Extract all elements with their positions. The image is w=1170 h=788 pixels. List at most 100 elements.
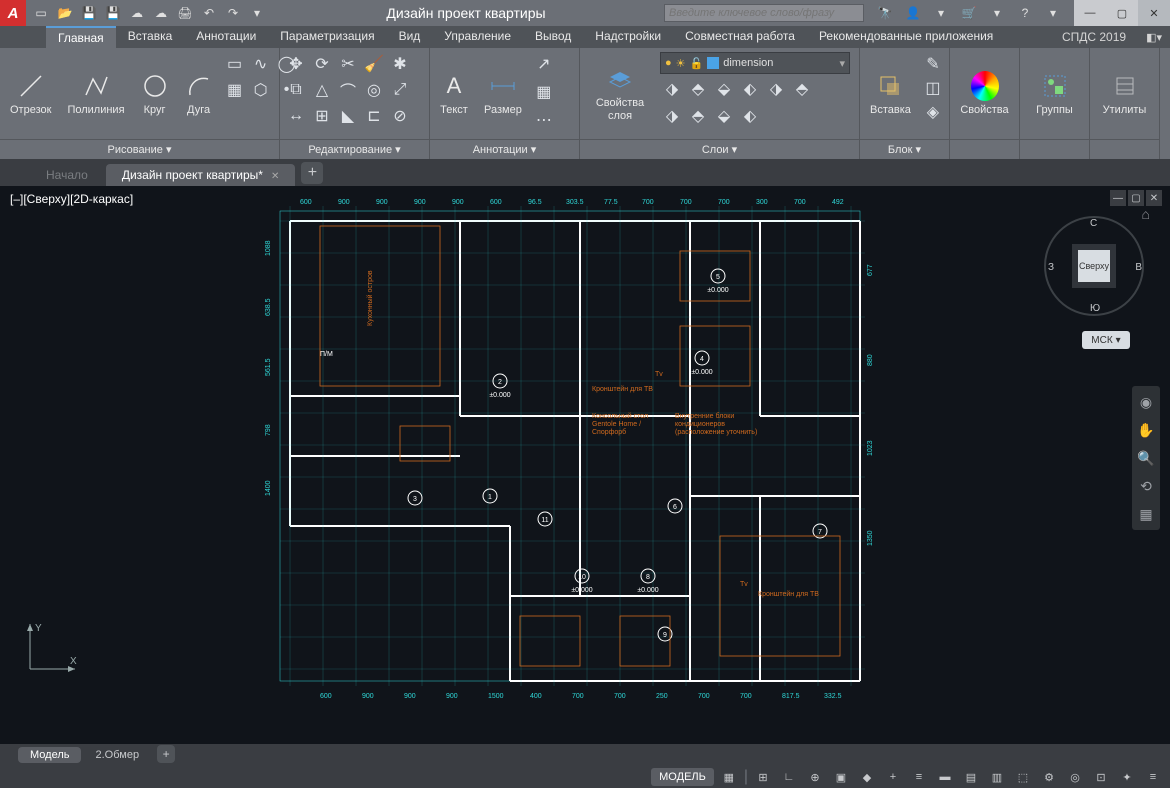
layout-tab-model[interactable]: Модель <box>18 747 81 763</box>
ribbon-tab-param[interactable]: Параметризация <box>268 26 386 48</box>
minimize-button[interactable]: — <box>1074 0 1106 26</box>
layout-tab-plus[interactable]: + <box>157 745 175 763</box>
viewcube-west[interactable]: З <box>1048 262 1054 273</box>
line-button[interactable]: Отрезок <box>4 52 57 135</box>
block-create-icon[interactable]: ◫ <box>921 76 945 100</box>
nav-wheel-icon[interactable]: ◉ <box>1136 392 1156 412</box>
polyline-button[interactable]: Полилиния <box>61 52 130 135</box>
binoculars-icon[interactable]: 🔭 <box>874 2 896 24</box>
vp-close-icon[interactable]: ✕ <box>1146 190 1162 206</box>
sb-osnap-icon[interactable]: ▣ <box>830 768 852 786</box>
doc-tab-start[interactable]: Начало <box>30 164 104 186</box>
array-icon[interactable]: ⊞ <box>310 104 334 128</box>
help-search[interactable] <box>664 4 864 22</box>
close-tab-icon[interactable]: ✕ <box>271 171 279 182</box>
offset-icon[interactable]: ◎ <box>362 78 386 102</box>
ribbon-tab-manage[interactable]: Управление <box>432 26 523 48</box>
ribbon-tab-output[interactable]: Вывод <box>523 26 583 48</box>
annot-more-icon[interactable]: ⋯ <box>532 108 556 132</box>
erase-icon[interactable]: 🧹 <box>362 52 386 76</box>
apps-dropdown-icon[interactable]: ▾ <box>986 2 1008 24</box>
qat-dropdown-icon[interactable]: ▾ <box>246 2 268 24</box>
sb-annoscale-icon[interactable]: ▤ <box>960 768 982 786</box>
viewcube-north[interactable]: С <box>1090 218 1097 229</box>
nav-show-icon[interactable]: ▦ <box>1136 504 1156 524</box>
signin-icon[interactable]: 👤 <box>902 2 924 24</box>
layer-tool6-icon[interactable]: ⬘ <box>790 77 814 101</box>
sb-ortho-icon[interactable]: ∟ <box>778 768 800 786</box>
search-input[interactable] <box>664 4 864 22</box>
cloud-save-icon[interactable]: ☁ <box>150 2 172 24</box>
layer-tool10-icon[interactable]: ⬖ <box>738 104 762 128</box>
ribbon-tab-featured[interactable]: Рекомендованные приложения <box>807 26 1005 48</box>
sb-custom-icon[interactable]: ≡ <box>1142 768 1164 786</box>
panel-draw-title[interactable]: Рисование ▾ <box>0 139 279 159</box>
panel-edit-title[interactable]: Редактирование ▾ <box>280 139 429 159</box>
doc-tab-plus[interactable]: + <box>301 162 323 184</box>
sb-3dosnap-icon[interactable]: ◆ <box>856 768 878 786</box>
rotate-icon[interactable]: ⟳ <box>310 52 334 76</box>
vp-maximize-icon[interactable]: ▢ <box>1128 190 1144 206</box>
cloud-open-icon[interactable]: ☁ <box>126 2 148 24</box>
layer-tool8-icon[interactable]: ⬘ <box>686 104 710 128</box>
maximize-button[interactable]: ▢ <box>1106 0 1138 26</box>
layer-tool9-icon[interactable]: ⬙ <box>712 104 736 128</box>
spline-icon[interactable]: ∿ <box>249 52 273 76</box>
dimension-button[interactable]: Размер <box>478 52 528 135</box>
mirror-icon[interactable]: △ <box>310 78 334 102</box>
move-icon[interactable]: ✥ <box>284 52 308 76</box>
sb-hardware-icon[interactable]: ⊡ <box>1090 768 1112 786</box>
spds-tab[interactable]: СПДС 2019 <box>1050 30 1138 44</box>
viewcube-face[interactable]: Сверху <box>1078 250 1110 282</box>
sb-lineweight-icon[interactable]: ≡ <box>908 768 930 786</box>
app-logo[interactable]: A <box>0 0 26 26</box>
fillet-icon[interactable]: ⌒ <box>336 78 360 102</box>
layer-tool1-icon[interactable]: ⬗ <box>660 77 684 101</box>
redo-icon[interactable]: ↷ <box>222 2 244 24</box>
ucs-badge[interactable]: МСК▾ <box>1082 331 1130 349</box>
close-button[interactable]: ✕ <box>1138 0 1170 26</box>
layer-tool2-icon[interactable]: ⬘ <box>686 77 710 101</box>
ribbon-tab-home[interactable]: Главная <box>46 26 116 48</box>
sb-switch-icon[interactable]: ⬚ <box>1012 768 1034 786</box>
layout-tab-sheet1[interactable]: 2.Обмер <box>83 747 151 763</box>
drawing-canvas[interactable]: [–][Сверху][2D-каркас] — ▢ ✕ Сверху С Ю … <box>0 186 1170 744</box>
explode-icon[interactable]: ✱ <box>388 52 412 76</box>
save-icon[interactable]: 💾 <box>78 2 100 24</box>
hatch-icon[interactable]: ▦ <box>223 78 247 102</box>
leader-icon[interactable]: ↗ <box>532 52 556 76</box>
stretch-icon[interactable]: ↔ <box>284 104 308 128</box>
block-edit-icon[interactable]: ✎ <box>921 52 945 76</box>
viewcube-east[interactable]: В <box>1135 262 1142 273</box>
sb-clean-icon[interactable]: ✦ <box>1116 768 1138 786</box>
polygon-icon[interactable]: ⬡ <box>249 78 273 102</box>
arc-button[interactable]: Дуга <box>179 52 219 135</box>
sb-dynamic-icon[interactable]: + <box>882 768 904 786</box>
nav-orbit-icon[interactable]: ⟲ <box>1136 476 1156 496</box>
exchange-icon[interactable]: 🛒 <box>958 2 980 24</box>
sb-polar-icon[interactable]: ⊕ <box>804 768 826 786</box>
scale-icon[interactable]: ⤢ <box>388 78 412 102</box>
ribbon-collapse-icon[interactable]: ◧▾ <box>1138 31 1170 44</box>
layer-tool4-icon[interactable]: ⬖ <box>738 77 762 101</box>
layer-tool5-icon[interactable]: ⬗ <box>764 77 788 101</box>
break-icon[interactable]: ⊘ <box>388 104 412 128</box>
ribbon-tab-addins[interactable]: Надстройки <box>583 26 673 48</box>
groups-button[interactable]: Группы <box>1030 52 1079 135</box>
sb-grid-icon[interactable]: ▦ <box>718 768 740 786</box>
doc-tab-active[interactable]: Дизайн проект квартиры*✕ <box>106 164 296 186</box>
chamfer-icon[interactable]: ◣ <box>336 104 360 128</box>
ribbon-tab-view[interactable]: Вид <box>387 26 433 48</box>
rect-icon[interactable]: ▭ <box>223 52 247 76</box>
open-icon[interactable]: 📂 <box>54 2 76 24</box>
viewcube-south[interactable]: Ю <box>1090 303 1100 314</box>
sb-modelspace-button[interactable]: МОДЕЛЬ <box>651 768 714 786</box>
layer-tool3-icon[interactable]: ⬙ <box>712 77 736 101</box>
layer-props-button[interactable]: Свойства слоя <box>584 52 656 135</box>
nav-zoom-icon[interactable]: 🔍 <box>1136 448 1156 468</box>
trim-icon[interactable]: ✂ <box>336 52 360 76</box>
layer-combo[interactable]: ● ☀ 🔓 dimension ▾ <box>660 52 850 74</box>
table-icon[interactable]: ▦ <box>532 80 556 104</box>
text-button[interactable]: AТекст <box>434 52 474 135</box>
panel-annot-title[interactable]: Аннотации ▾ <box>430 139 579 159</box>
